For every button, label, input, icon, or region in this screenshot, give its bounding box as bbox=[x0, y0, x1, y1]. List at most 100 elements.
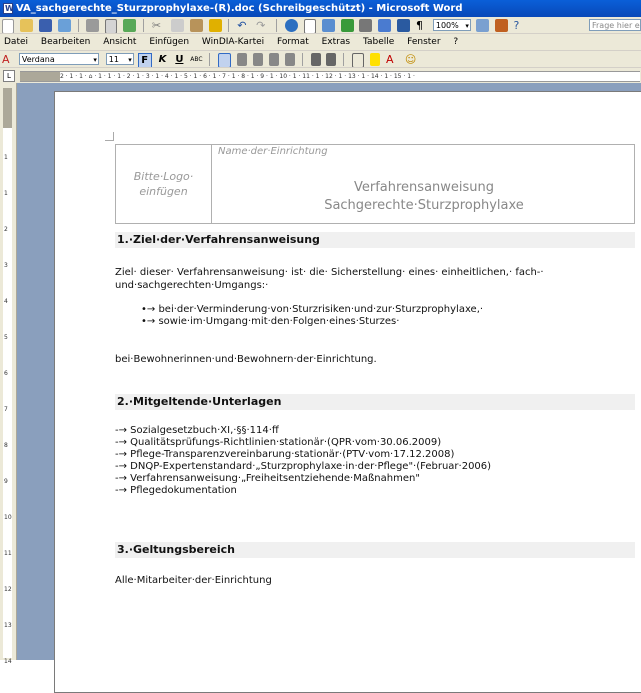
document-map-icon[interactable] bbox=[397, 19, 411, 32]
vruler-number: 8 bbox=[4, 442, 8, 449]
styles-pane-icon[interactable]: A bbox=[2, 53, 15, 66]
vruler-number: 12 bbox=[4, 586, 12, 593]
vruler-number: 5 bbox=[4, 334, 8, 341]
copy-icon[interactable] bbox=[170, 19, 184, 32]
menu-einfuegen[interactable]: Einfügen bbox=[149, 34, 189, 50]
word-app-icon[interactable] bbox=[3, 0, 14, 17]
vruler-number: 11 bbox=[4, 550, 12, 557]
title-line2: Sachgerechte·Sturzprophylaxe bbox=[324, 198, 524, 213]
menu-help[interactable]: ? bbox=[453, 34, 458, 50]
redo-icon[interactable]: ↷ bbox=[256, 19, 269, 32]
bold-button[interactable]: F bbox=[137, 53, 152, 67]
justify-icon[interactable] bbox=[268, 53, 279, 66]
open-folder-icon[interactable] bbox=[19, 19, 33, 32]
highlight-icon[interactable] bbox=[370, 53, 381, 66]
header-table: Bitte·Logo· einfügen Name·der·Einrichtun… bbox=[115, 144, 635, 224]
section1-closing: bei·Bewohnerinnen·und·Bewohnern·der·Einr… bbox=[115, 354, 377, 365]
zoom-select[interactable]: 100% ▾ bbox=[432, 19, 471, 31]
vruler-number: 6 bbox=[4, 370, 8, 377]
vruler-number: 1 bbox=[4, 190, 8, 197]
font-color-icon[interactable]: A bbox=[386, 53, 399, 66]
title-line1: Verfahrensanweisung bbox=[353, 180, 495, 195]
print-icon[interactable] bbox=[86, 19, 100, 32]
list-item: -→ DNQP-Expertenstandard·„Sturzprophylax… bbox=[115, 461, 492, 472]
border-icon[interactable] bbox=[352, 53, 365, 67]
align-right-icon[interactable] bbox=[253, 53, 264, 66]
institution-name[interactable]: Name·der·Einrichtung bbox=[218, 146, 328, 157]
section2-heading: 2.·Mitgeltende·Unterlagen bbox=[115, 394, 635, 410]
underline-button[interactable]: U bbox=[173, 53, 185, 66]
menu-windia-kartei[interactable]: WinDIA-Kartei bbox=[202, 34, 264, 50]
institution-cell: Name·der·Einrichtung Verfahrensanweisung… bbox=[214, 145, 634, 223]
standard-toolbar: ✂ ↶ ↷ ¶ 100% ▾ ? Frage hier e bbox=[0, 17, 641, 34]
tab-selector[interactable]: L bbox=[3, 70, 15, 82]
format-painter-icon[interactable] bbox=[208, 19, 222, 32]
tables-borders-icon[interactable] bbox=[303, 19, 316, 33]
section1-paragraph: Ziel· dieser· Verfahrensanweisung· ist· … bbox=[115, 267, 544, 291]
vertical-ruler[interactable]: 211234567891011121314 bbox=[0, 83, 17, 665]
reading-mode-icon[interactable] bbox=[494, 19, 508, 32]
menu-bar: Datei Bearbeiten Ansicht Einfügen WinDIA… bbox=[0, 34, 641, 51]
research-icon[interactable] bbox=[475, 19, 489, 32]
new-document-icon[interactable] bbox=[2, 19, 14, 33]
section3-heading: 3.·Geltungsbereich bbox=[115, 542, 635, 558]
ruler-scale: 2 · 1 · 1 · ⌂ · 1 · 1 · 1 · 2 · 1 · 3 · … bbox=[60, 73, 415, 80]
horizontal-ruler[interactable]: L 2 · 1 · 1 · ⌂ · 1 · 1 · 1 · 2 · 1 · 3 … bbox=[0, 68, 641, 84]
menu-ansicht[interactable]: Ansicht bbox=[103, 34, 136, 50]
bullets-icon[interactable] bbox=[326, 53, 337, 66]
menu-tabelle[interactable]: Tabelle bbox=[363, 34, 394, 50]
vruler-number: 2 bbox=[4, 226, 8, 233]
window-title-bar[interactable]: VA_sachgerechte_Sturzprophylaxe-(R).doc … bbox=[0, 0, 641, 17]
numbering-icon[interactable] bbox=[310, 53, 321, 66]
italic-button[interactable]: K bbox=[157, 53, 169, 66]
menu-datei[interactable]: Datei bbox=[4, 34, 28, 50]
section1-heading: 1.·Ziel·der·Verfahrensanweisung bbox=[115, 232, 635, 248]
hyperlink-icon[interactable] bbox=[284, 19, 298, 32]
smiley-icon[interactable]: ☺ bbox=[405, 53, 418, 66]
undo-icon[interactable]: ↶ bbox=[237, 19, 250, 32]
strikethrough-button[interactable]: ABC bbox=[190, 53, 202, 66]
document-page[interactable]: Bitte·Logo· einfügen Name·der·Einrichtun… bbox=[54, 91, 641, 693]
font-name-select[interactable]: Verdana ▾ bbox=[18, 53, 99, 65]
section3-paragraph: Alle·Mitarbeiter·der·Einrichtung bbox=[115, 575, 272, 586]
logo-placeholder[interactable]: Bitte·Logo· einfügen bbox=[116, 145, 212, 223]
vruler-number: 3 bbox=[4, 262, 8, 269]
line-spacing-icon[interactable] bbox=[284, 53, 295, 66]
align-left-icon[interactable] bbox=[218, 53, 232, 67]
section2-list: -→ Sozialgesetzbuch·XI,·§§·114·ff -→ Qua… bbox=[115, 425, 491, 497]
align-center-icon[interactable] bbox=[237, 53, 248, 66]
help-icon[interactable]: ? bbox=[514, 19, 527, 32]
font-size-select[interactable]: 11 ▾ bbox=[105, 53, 134, 65]
menu-extras[interactable]: Extras bbox=[322, 34, 350, 50]
insert-excel-icon[interactable] bbox=[340, 19, 354, 32]
menu-bearbeiten[interactable]: Bearbeiten bbox=[41, 34, 90, 50]
menu-format[interactable]: Format bbox=[277, 34, 309, 50]
vruler-number: 1 bbox=[4, 154, 8, 161]
document-workspace: Bitte·Logo· einfügen Name·der·Einrichtun… bbox=[17, 83, 641, 693]
insert-table-icon[interactable] bbox=[321, 19, 335, 32]
save-icon[interactable] bbox=[38, 19, 52, 32]
crop-mark bbox=[105, 132, 114, 141]
list-item: -→ Qualitätsprüfungs-Richtlinien·station… bbox=[115, 437, 442, 448]
spelling-icon[interactable] bbox=[123, 19, 137, 32]
window-title: VA_sachgerechte_Sturzprophylaxe-(R).doc … bbox=[16, 3, 463, 14]
print-preview-icon[interactable] bbox=[105, 19, 118, 33]
vruler-number: 7 bbox=[4, 406, 8, 413]
menu-fenster[interactable]: Fenster bbox=[407, 34, 440, 50]
formatting-toolbar: A Verdana ▾ 11 ▾ F K U ABC A ☺ bbox=[0, 51, 641, 68]
list-item: -→ Verfahrensanweisung·„Freiheitsentzieh… bbox=[115, 473, 420, 484]
permission-icon[interactable] bbox=[57, 19, 71, 32]
vruler-number: 4 bbox=[4, 298, 8, 305]
columns-icon[interactable] bbox=[359, 19, 373, 32]
cut-icon[interactable]: ✂ bbox=[152, 19, 165, 32]
show-formatting-icon[interactable]: ¶ bbox=[416, 19, 429, 32]
drawing-icon[interactable] bbox=[378, 19, 392, 32]
vruler-number: 10 bbox=[4, 514, 12, 521]
section1-bullet-list: •→ bei·der·Verminderung·von·Sturzrisiken… bbox=[141, 304, 483, 328]
paste-icon[interactable] bbox=[189, 19, 203, 32]
list-item: -→ Pflegedokumentation bbox=[115, 485, 237, 496]
list-item: •→ sowie·im·Umgang·mit·den·Folgen·eines·… bbox=[141, 316, 400, 327]
help-search-input[interactable]: Frage hier e bbox=[589, 19, 641, 31]
list-item: -→ Sozialgesetzbuch·XI,·§§·114·ff bbox=[115, 425, 279, 436]
list-item: •→ bei·der·Verminderung·von·Sturzrisiken… bbox=[141, 304, 484, 315]
